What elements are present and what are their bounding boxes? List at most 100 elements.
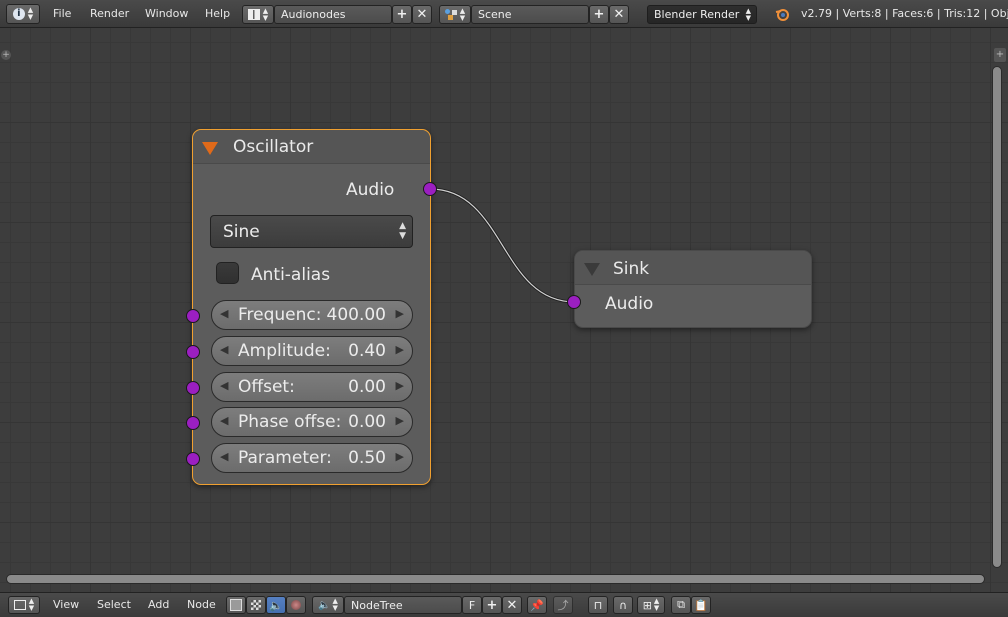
- sink-audio-input-socket[interactable]: [567, 295, 581, 309]
- scene-name-field[interactable]: Scene: [471, 5, 589, 24]
- copy-icon: ⧉: [677, 598, 685, 611]
- oscillator-node[interactable]: Oscillator Audio Sine ▲ ▼ Anti-alias ◀ Fr…: [192, 129, 431, 485]
- sink-node-header[interactable]: Sink: [575, 251, 811, 285]
- audio-tree-button[interactable]: 🔈: [266, 596, 286, 614]
- collapse-triangle-icon[interactable]: [584, 263, 600, 276]
- menu-select[interactable]: Select: [97, 593, 131, 617]
- menu-view[interactable]: View: [53, 593, 79, 617]
- unlink-node-tree-button[interactable]: ✕: [502, 596, 522, 614]
- pin-icon: 📌: [530, 598, 544, 612]
- phase-offset-value: 0.00: [348, 412, 386, 432]
- plus-icon: +: [396, 7, 408, 22]
- oscillator-node-title: Oscillator: [233, 137, 314, 157]
- menu-render[interactable]: Render: [90, 0, 129, 28]
- fake-user-button[interactable]: F: [462, 596, 482, 614]
- updown-arrows-icon: ▲ ▼: [459, 6, 466, 22]
- sink-node[interactable]: Sink Audio: [574, 250, 812, 328]
- node-editor-canvas[interactable]: + + Oscillator Audio Sine ▲ ▼ Anti-alias …: [0, 28, 1008, 592]
- oscillator-node-header[interactable]: Oscillator: [193, 130, 430, 164]
- offset-value: 0.00: [348, 377, 386, 397]
- render-engine-dropdown[interactable]: Blender Render ▲ ▼: [647, 5, 757, 24]
- delete-scene-button[interactable]: ✕: [609, 5, 629, 24]
- parameter-input-socket[interactable]: [186, 452, 200, 466]
- increment-arrow-icon[interactable]: ▶: [396, 307, 404, 320]
- decrement-arrow-icon[interactable]: ◀: [220, 450, 228, 463]
- node-editor-icon: [13, 600, 26, 610]
- decrement-arrow-icon[interactable]: ◀: [220, 414, 228, 427]
- render-result-icon: [291, 600, 301, 610]
- node-tree-name-field[interactable]: NodeTree: [344, 596, 462, 614]
- decrement-arrow-icon[interactable]: ◀: [220, 343, 228, 356]
- parent-node-icon: ⤴: [557, 599, 569, 612]
- menu-help[interactable]: Help: [205, 0, 230, 28]
- updown-arrows-icon: ▲ ▼: [332, 597, 338, 612]
- pin-button[interactable]: 📌: [527, 596, 547, 614]
- increment-arrow-icon[interactable]: ▶: [396, 414, 404, 427]
- copy-nodes-button[interactable]: ⧉: [671, 596, 691, 614]
- screen-layout-name-field[interactable]: Audionodes: [274, 5, 392, 24]
- increment-arrow-icon[interactable]: ▶: [396, 343, 404, 356]
- parameter-slider[interactable]: ◀ Parameter: 0.50 ▶: [211, 443, 413, 473]
- close-icon: ✕: [506, 597, 518, 613]
- updown-arrows-icon: ▲ ▼: [262, 6, 269, 22]
- frequency-input-socket[interactable]: [186, 309, 200, 323]
- add-node-tree-button[interactable]: +: [482, 596, 502, 614]
- anti-alias-label: Anti-alias: [251, 265, 331, 285]
- offset-input-socket[interactable]: [186, 381, 200, 395]
- scene-icon: [444, 9, 457, 20]
- sink-input-label: Audio: [605, 294, 654, 314]
- amplitude-label: Amplitude:: [238, 341, 331, 361]
- go-to-parent-button[interactable]: ⤴: [553, 596, 573, 614]
- updown-arrows-icon: ▲ ▼: [27, 6, 34, 21]
- increment-arrow-icon[interactable]: ▶: [396, 450, 404, 463]
- frequency-label: Frequenc:: [238, 305, 322, 325]
- scene-browse-button[interactable]: ▲ ▼: [439, 5, 471, 24]
- checker-icon: [251, 600, 261, 610]
- close-icon: ✕: [613, 7, 625, 22]
- screen-layout-browse-button[interactable]: ▲ ▼: [242, 5, 274, 24]
- phase-offset-slider[interactable]: ◀ Phase offse: 0.00 ▶: [211, 407, 413, 437]
- offset-slider[interactable]: ◀ Offset: 0.00 ▶: [211, 372, 413, 402]
- texture-tree-button[interactable]: [246, 596, 266, 614]
- waveform-value: Sine: [223, 222, 260, 242]
- snap-icon: ⊓: [593, 598, 603, 612]
- snap-element-button[interactable]: ∩: [613, 596, 633, 614]
- updown-arrows-icon: ▲ ▼: [745, 7, 751, 22]
- editor-type-selector[interactable]: i ▲ ▼: [6, 4, 40, 24]
- waveform-dropdown[interactable]: Sine ▲ ▼: [210, 215, 413, 248]
- vertical-scrollbar[interactable]: [992, 66, 1002, 568]
- plus-icon: +: [486, 597, 498, 613]
- menu-file[interactable]: File: [53, 0, 71, 28]
- magnet-icon: ∩: [618, 598, 628, 612]
- add-scene-button[interactable]: +: [589, 5, 609, 24]
- decrement-arrow-icon[interactable]: ◀: [220, 379, 228, 392]
- increment-arrow-icon[interactable]: ▶: [396, 379, 404, 392]
- snap-target-dropdown[interactable]: ⊞ ▲ ▼: [637, 596, 665, 614]
- collapse-triangle-icon[interactable]: [202, 142, 218, 155]
- offset-label: Offset:: [238, 377, 295, 397]
- scene-statistics: v2.79 | Verts:8 | Faces:6 | Tris:12 | Ob…: [801, 7, 1008, 20]
- menu-node[interactable]: Node: [187, 593, 216, 617]
- paste-nodes-button[interactable]: 📋: [691, 596, 711, 614]
- add-screen-button[interactable]: +: [392, 5, 412, 24]
- shader-tree-button[interactable]: [226, 596, 246, 614]
- oscillator-audio-output-socket[interactable]: [423, 182, 437, 196]
- editor-type-selector[interactable]: ▲ ▼: [8, 596, 40, 614]
- phase-offset-input-socket[interactable]: [186, 416, 200, 430]
- decrement-arrow-icon[interactable]: ◀: [220, 307, 228, 320]
- node-link: [429, 187, 576, 304]
- frequency-slider[interactable]: ◀ Frequenc: 400.00 ▶: [211, 300, 413, 330]
- compositing-tree-button[interactable]: [286, 596, 306, 614]
- amplitude-slider[interactable]: ◀ Amplitude: 0.40 ▶: [211, 336, 413, 366]
- delete-screen-button[interactable]: ✕: [412, 5, 432, 24]
- amplitude-input-socket[interactable]: [186, 345, 200, 359]
- menu-window[interactable]: Window: [145, 0, 188, 28]
- updown-arrows-icon: ▲ ▼: [28, 597, 35, 612]
- updown-arrows-icon: ▲ ▼: [399, 221, 406, 241]
- grid-snap-icon: ⊞: [642, 598, 652, 612]
- snap-toggle-button[interactable]: ⊓: [588, 596, 608, 614]
- anti-alias-checkbox[interactable]: [216, 262, 239, 284]
- node-tree-browse-button[interactable]: 🔈 ▲ ▼: [312, 596, 344, 614]
- menu-add[interactable]: Add: [148, 593, 169, 617]
- horizontal-scrollbar[interactable]: [6, 574, 985, 584]
